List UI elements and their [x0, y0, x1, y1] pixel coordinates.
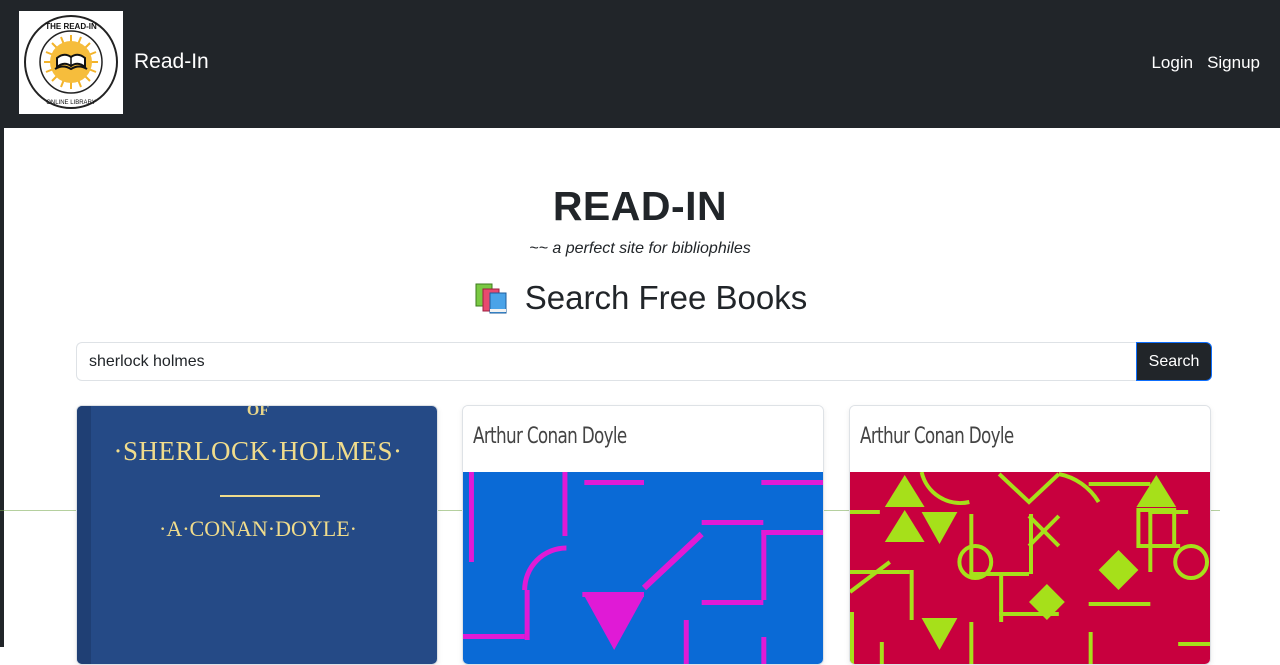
cover-author: ·A·CONAN·DOYLE·: [159, 516, 357, 541]
search-form: Search: [76, 342, 1212, 381]
search-input[interactable]: [76, 342, 1136, 381]
cover-header: Arthur Conan Doyle: [850, 406, 1210, 472]
cover-text-top: OF: [246, 405, 270, 419]
book-card-3[interactable]: Arthur Conan Doyle: [849, 405, 1211, 665]
book-cover-image: OF ·SHERLOCK·HOLMES· ·A·CONAN·DOYLE·: [77, 406, 437, 664]
book-card-1[interactable]: OF ·SHERLOCK·HOLMES· ·A·CONAN·DOYLE·: [76, 405, 438, 665]
brand-name[interactable]: Read-In: [134, 48, 209, 76]
cover-title: ·SHERLOCK·HOLMES·: [113, 436, 403, 466]
logo-bottom-text: ONLINE LIBRARY: [46, 100, 96, 106]
search-heading-text: Search Free Books: [524, 279, 808, 316]
tagline: ~~ a perfect site for bibliophiles: [529, 240, 751, 257]
open-book-logo-icon: THE READ-IN ONLINE LIBRARY: [24, 15, 118, 109]
navbar: THE READ-IN ONLINE LIBRARY Read-In Login…: [4, 0, 1280, 128]
book-card-2[interactable]: Arthur Conan Doyle: [462, 405, 824, 665]
logo-top-text: THE READ-IN: [45, 22, 97, 31]
search-button[interactable]: Search: [1136, 342, 1212, 381]
cover-header: Arthur Conan Doyle: [463, 406, 823, 472]
generated-cover-art: [850, 472, 1210, 664]
site-logo[interactable]: THE READ-IN ONLINE LIBRARY: [19, 11, 123, 114]
cover-author: Arthur Conan Doyle: [860, 424, 1014, 449]
search-heading: Search Free Books: [0, 276, 1280, 320]
cover-rule: [220, 495, 320, 497]
nav-links: Login Signup: [1151, 51, 1260, 75]
page-title: READ-IN: [552, 183, 728, 229]
signup-link[interactable]: Signup: [1207, 51, 1260, 75]
cover-author: Arthur Conan Doyle: [473, 424, 627, 449]
books-icon: [475, 283, 507, 314]
generated-cover-art: [463, 472, 823, 664]
login-link[interactable]: Login: [1151, 51, 1193, 75]
